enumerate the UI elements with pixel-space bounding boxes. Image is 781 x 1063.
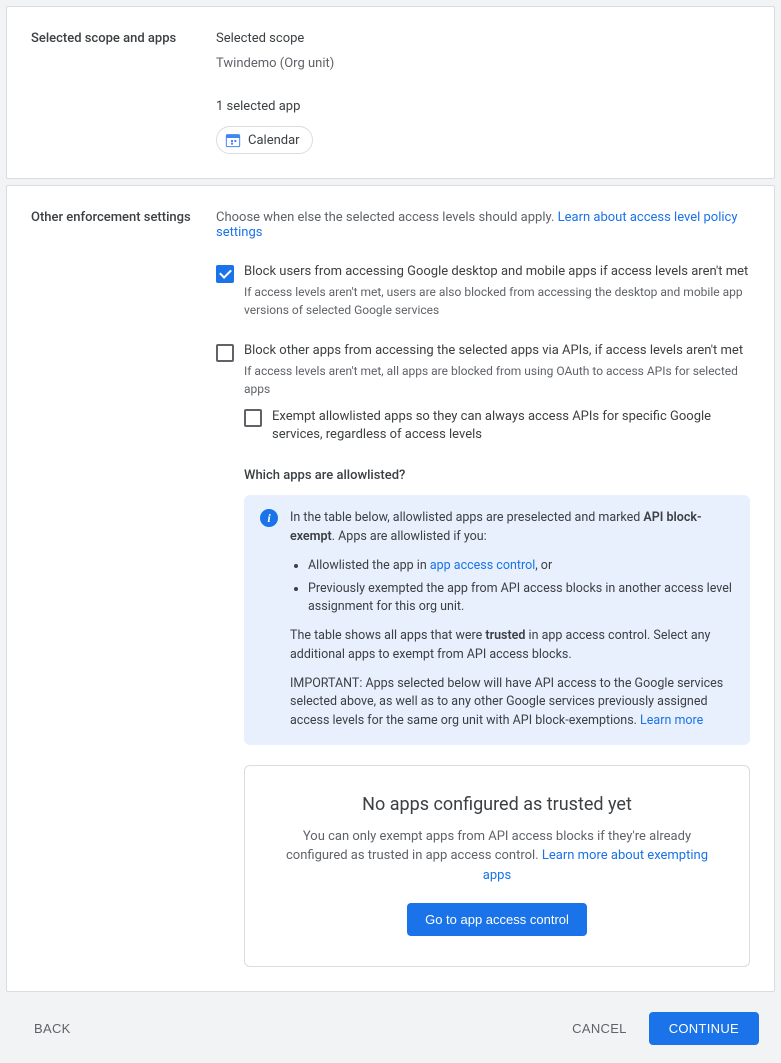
calendar-icon [225,132,241,148]
which-allowlisted-heading: Which apps are allowlisted? [244,468,750,483]
allowlist-info-panel: i In the table below, allowlisted apps a… [244,495,750,745]
opt1-title: Block users from accessing Google deskto… [244,264,750,279]
app-chip-calendar[interactable]: Calendar [216,126,313,154]
selected-scope-label: Selected scope [216,31,750,46]
option-block-api: Block other apps from accessing the sele… [216,343,750,398]
scope-card: Selected scope and apps Selected scope T… [6,6,775,179]
checkbox-block-desktop[interactable] [216,265,234,283]
cancel-button[interactable]: CANCEL [560,1013,639,1044]
info-p3: IMPORTANT: Apps selected below will have… [290,675,734,731]
checkbox-exempt[interactable] [244,409,262,427]
info-li1: Allowlisted the app in app access contro… [308,557,734,576]
enforcement-section-title: Other enforcement settings [31,210,216,967]
no-trusted-apps-panel: No apps configured as trusted yet You ca… [244,765,750,968]
option-block-desktop-mobile: Block users from accessing Google deskto… [216,264,750,319]
info-list: Allowlisted the app in app access contro… [308,557,734,617]
opt2-title: Block other apps from accessing the sele… [244,343,750,358]
empty-sub: You can only exempt apps from API access… [285,827,709,886]
enforcement-desc: Choose when else the selected access lev… [216,210,750,240]
option-exempt-allowlisted: Exempt allowlisted apps so they can alwa… [244,408,750,448]
continue-button[interactable]: CONTINUE [649,1012,759,1045]
footer-bar: BACK CANCEL CONTINUE [0,998,781,1063]
enforcement-card: Other enforcement settings Choose when e… [6,185,775,992]
info-p1: In the table below, allowlisted apps are… [290,509,734,547]
empty-title: No apps configured as trusted yet [285,794,709,815]
selected-app-count: 1 selected app [216,99,750,114]
opt1-sub: If access levels aren't met, users are a… [244,283,750,319]
app-chip-label: Calendar [248,133,300,148]
enforcement-desc-text: Choose when else the selected access lev… [216,210,558,225]
app-access-control-link[interactable]: app access control [430,558,535,573]
scope-section-title: Selected scope and apps [31,31,216,154]
learn-more-exempt-link[interactable]: Learn more [640,713,703,728]
back-button[interactable]: BACK [22,1013,83,1044]
go-to-app-access-control-button[interactable]: Go to app access control [407,903,587,936]
exempt-title: Exempt allowlisted apps so they can alwa… [272,408,750,444]
info-li2: Previously exempted the app from API acc… [308,580,734,618]
opt2-sub: If access levels aren't met, all apps ar… [244,362,750,398]
selected-scope-value: Twindemo (Org unit) [216,56,750,71]
info-p2: The table shows all apps that were trust… [290,627,734,665]
checkbox-block-api[interactable] [216,344,234,362]
info-icon: i [260,509,278,527]
exempt-section: Exempt allowlisted apps so they can alwa… [244,408,750,967]
